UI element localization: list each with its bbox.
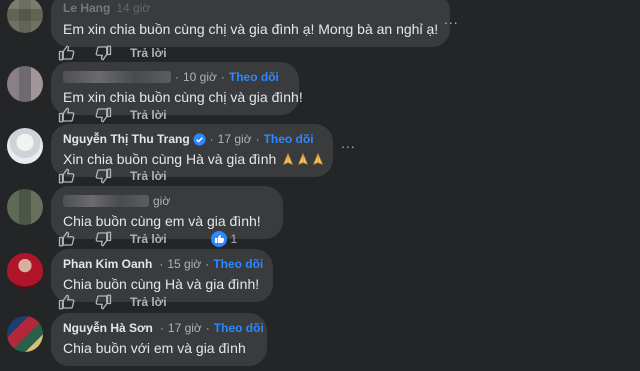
commenter-name-blurred[interactable]	[63, 71, 171, 83]
separator-dot: ·	[205, 321, 210, 335]
reaction-summary[interactable]: 1	[210, 231, 238, 247]
separator-dot: ·	[175, 70, 179, 84]
follow-link[interactable]: Theo dõi	[264, 131, 314, 147]
reply-link[interactable]: Trả lời	[130, 169, 167, 183]
separator-dot: ·	[220, 70, 225, 84]
separator-dot: ·	[159, 321, 164, 335]
comment-time[interactable]: 14 giờ	[116, 0, 150, 16]
comment-time[interactable]: 15 giờ	[167, 256, 201, 272]
avatar-blurred[interactable]	[7, 66, 43, 102]
dislike-icon[interactable]	[94, 293, 112, 311]
comment-time[interactable]: 17 giờ	[168, 320, 202, 336]
avatar[interactable]	[7, 316, 43, 352]
comment-actions: Trả lời	[58, 167, 167, 185]
follow-link[interactable]: Theo dõi	[213, 256, 263, 272]
reaction-count: 1	[230, 232, 238, 246]
follow-link[interactable]: Theo dõi	[214, 320, 264, 336]
comment-text: Em xin chia buồn cùng chị và gia đình ạ!…	[63, 21, 439, 37]
separator-dot: ·	[205, 257, 210, 271]
commenter-name[interactable]: Le Hang	[63, 0, 110, 16]
like-icon[interactable]	[58, 167, 76, 185]
comment-actions: Trả lời	[58, 293, 167, 311]
dislike-icon[interactable]	[94, 230, 112, 248]
dislike-icon[interactable]	[94, 106, 112, 124]
comment-bubble: Nguyễn Hà Sơn · 17 giờ · Theo dõi Chia b…	[51, 313, 267, 366]
avatar-blurred[interactable]	[7, 189, 43, 225]
comment-actions: Trả lời 1	[58, 230, 237, 248]
reply-link[interactable]: Trả lời	[130, 295, 167, 309]
avatar[interactable]	[7, 128, 43, 164]
more-options-icon[interactable]: ...	[444, 12, 464, 27]
commenter-name-blurred[interactable]	[63, 195, 149, 207]
comment-header: Nguyễn Hà Sơn · 17 giờ · Theo dõi	[63, 320, 264, 336]
commenter-name[interactable]: Nguyễn Thị Thu Trang	[63, 131, 190, 147]
comment-header: giờ	[63, 193, 271, 209]
comment-text: Em xin chia buồn cùng chị và gia đình!	[63, 89, 303, 105]
comment-header: Nguyễn Thị Thu Trang · 17 giờ · Theo dõi	[63, 131, 321, 147]
like-icon[interactable]	[58, 230, 76, 248]
comment-time[interactable]: 17 giờ	[218, 131, 252, 147]
dislike-icon[interactable]	[94, 44, 112, 62]
avatar-blurred[interactable]	[7, 0, 43, 33]
comment-header: Le Hang 14 giờ	[63, 0, 438, 16]
comment-header: · 10 giờ · Theo dõi	[63, 69, 287, 85]
more-options-icon[interactable]: ...	[341, 136, 361, 151]
verified-badge-icon	[193, 132, 206, 146]
like-icon[interactable]	[58, 293, 76, 311]
comment-time[interactable]: 10 giờ	[183, 69, 217, 85]
commenter-name[interactable]: Nguyễn Hà Sơn	[63, 320, 153, 336]
like-icon[interactable]	[58, 106, 76, 124]
folded-hands-emoji	[298, 152, 309, 165]
comment-bubble: Le Hang 14 giờ Em xin chia buồn cùng chị…	[51, 0, 451, 47]
separator-dot: ·	[159, 257, 164, 271]
separator-dot: ·	[209, 132, 214, 146]
comment-actions: Trả lời	[58, 44, 167, 62]
comment-text: Xin chia buồn cùng Hà và gia đình	[63, 151, 277, 167]
reply-link[interactable]: Trả lời	[130, 46, 167, 60]
follow-link[interactable]: Theo dõi	[229, 69, 279, 85]
folded-hands-emoji	[313, 152, 324, 165]
like-icon[interactable]	[58, 44, 76, 62]
comment-text: Chia buồn cùng em và gia đình!	[63, 213, 261, 229]
commenter-name[interactable]: Phan Kim Oanh	[63, 256, 152, 272]
dislike-icon[interactable]	[94, 167, 112, 185]
like-reaction-icon	[210, 231, 227, 247]
reply-link[interactable]: Trả lời	[130, 232, 167, 246]
reply-link[interactable]: Trả lời	[130, 108, 167, 122]
separator-dot: ·	[255, 132, 260, 146]
comment-actions: Trả lời	[58, 106, 167, 124]
avatar[interactable]	[7, 253, 43, 289]
comment-text: Chia buồn với em và gia đình	[63, 340, 246, 356]
comment-time[interactable]: giờ	[153, 193, 170, 209]
comment-header: Phan Kim Oanh · 15 giờ · Theo dõi	[63, 256, 263, 272]
comment-text: Chia buồn cùng Hà và gia đình!	[63, 276, 260, 292]
comment-feed: Le Hang 14 giờ Em xin chia buồn cùng chị…	[0, 0, 640, 371]
folded-hands-emoji	[283, 152, 294, 165]
